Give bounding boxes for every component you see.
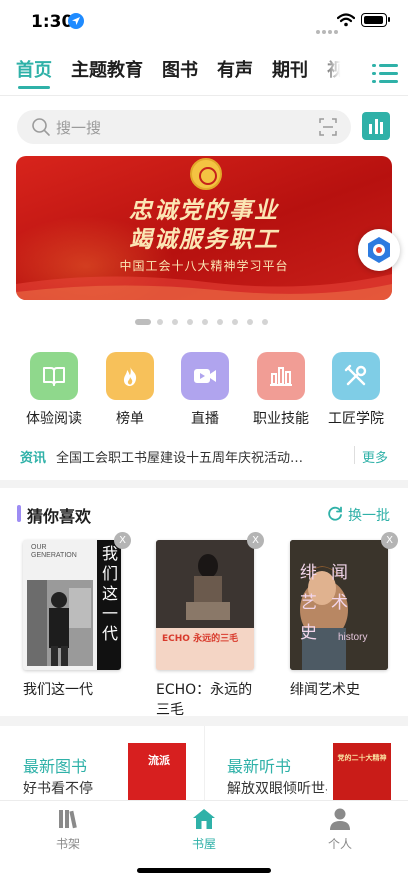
quick-entry-reading[interactable]: 体验阅读 <box>24 352 84 432</box>
home-icon <box>193 809 215 829</box>
news-ticker[interactable]: 资讯 全国工会职工书屋建设十五周年庆祝活动… 更多 <box>0 440 408 470</box>
book-title[interactable]: 绯闻艺术史 <box>290 680 400 700</box>
search-placeholder: 搜一搜 <box>56 119 102 137</box>
flame-icon <box>106 352 154 400</box>
book-cover-en: history <box>338 632 368 643</box>
tab-books[interactable]: 图书 <box>162 56 198 82</box>
status-time: 1:30 <box>31 12 74 32</box>
home-indicator <box>137 868 271 873</box>
book-cover-en: OUR GENERATION <box>31 544 77 559</box>
tab-journals[interactable]: 期刊 <box>272 56 308 82</box>
tab-bookshelf[interactable]: 书架 <box>38 807 98 852</box>
news-tag: 资讯 <box>20 451 47 466</box>
search-input[interactable]: 搜一搜 <box>17 110 351 144</box>
book-cover-title: 我们这一代 <box>102 544 119 643</box>
tab-home[interactable]: 首页 <box>16 56 52 82</box>
book-cover[interactable]: OUR GENERATION 我们这一代 <box>23 540 121 670</box>
video-icon <box>181 352 229 400</box>
category-tabs: 首页 主题教育 图书 有声 期刊 视 <box>0 52 408 90</box>
promo-new-audio[interactable]: 最新听书 解放双眼倾听世界 党的二十大精神 <box>205 726 408 813</box>
union-emblem-icon <box>190 158 222 190</box>
tab-theme-education[interactable]: 主题教育 <box>71 56 143 82</box>
tab-label: 个人 <box>327 837 352 851</box>
wifi-icon <box>336 12 356 31</box>
dismiss-button[interactable]: X <box>247 532 264 549</box>
section-gap <box>0 480 408 488</box>
section-accent-bar <box>17 505 21 522</box>
refresh-button[interactable]: 换一批 <box>348 505 390 525</box>
quick-entry-label: 体验阅读 <box>26 411 82 427</box>
quick-entry-ranking[interactable]: 榜单 <box>100 352 160 432</box>
promo-subtitle: 解放双眼倾听世界 <box>227 781 327 797</box>
section-gap <box>0 716 408 726</box>
news-separator <box>354 446 355 464</box>
carousel-dots <box>0 319 408 327</box>
book-icon <box>30 352 78 400</box>
ranking-chart-icon[interactable] <box>362 112 390 140</box>
promo-subtitle: 好书看不停 <box>23 781 93 797</box>
tab-fade <box>318 52 350 90</box>
banner-carousel[interactable]: 忠诚党的事业 竭诚服务职工 中国工会十八大精神学习平台 <box>16 156 392 300</box>
promo-title: 最新听书 <box>227 757 292 776</box>
recommend-title: 猜你喜欢 <box>27 507 92 526</box>
book-cover[interactable]: 绯闻艺术史 history <box>290 540 388 670</box>
location-arrow-icon <box>68 13 84 29</box>
news-more-link[interactable]: 更多 <box>362 447 388 466</box>
book-title[interactable]: 我们这一代 <box>23 680 133 700</box>
tab-label: 书架 <box>55 837 80 851</box>
banner-line2: 竭诚服务职工 <box>129 227 279 253</box>
tabs-divider <box>0 95 408 96</box>
bookshelf-icon <box>59 810 77 829</box>
quick-entry-label: 直播 <box>191 411 219 427</box>
book-cover[interactable]: ECHO 永远的三毛 <box>156 540 254 670</box>
scan-icon[interactable] <box>319 118 337 140</box>
tab-profile[interactable]: 个人 <box>310 807 370 852</box>
bar-chart-icon <box>257 352 305 400</box>
tab-bookhouse[interactable]: 书屋 <box>174 807 234 852</box>
menu-list-icon[interactable] <box>372 62 398 84</box>
search-icon <box>31 117 51 141</box>
status-bar: 1:30 <box>0 0 408 44</box>
promo-title: 最新图书 <box>23 757 88 776</box>
banner-waves <box>16 274 392 300</box>
news-headline[interactable]: 全国工会职工书屋建设十五周年庆祝活动… <box>56 447 340 466</box>
promo-new-books[interactable]: 最新图书 好书看不停 流派 <box>0 726 204 813</box>
tab-audio[interactable]: 有声 <box>217 56 253 82</box>
quick-entry-craftsman[interactable]: 工匠学院 <box>326 352 386 432</box>
refresh-icon[interactable] <box>327 506 343 526</box>
quick-entry-skills[interactable]: 职业技能 <box>251 352 311 432</box>
book-title[interactable]: ECHO：永远的三毛 <box>156 680 266 720</box>
promo-cover-text: 流派 <box>148 754 170 767</box>
dismiss-button[interactable]: X <box>381 532 398 549</box>
active-tab-indicator <box>18 86 50 89</box>
battery-icon <box>361 13 390 27</box>
dismiss-button[interactable]: X <box>114 532 131 549</box>
promo-cover-text: 党的二十大精神 <box>337 754 387 762</box>
book-cover-title: ECHO 永远的三毛 <box>162 634 239 644</box>
quick-entry-live[interactable]: 直播 <box>175 352 235 432</box>
tab-label: 书屋 <box>191 837 216 851</box>
tools-icon <box>332 352 380 400</box>
person-icon <box>330 808 350 830</box>
floating-assistant-icon[interactable] <box>358 229 400 271</box>
quick-entry-label: 工匠学院 <box>328 411 384 427</box>
